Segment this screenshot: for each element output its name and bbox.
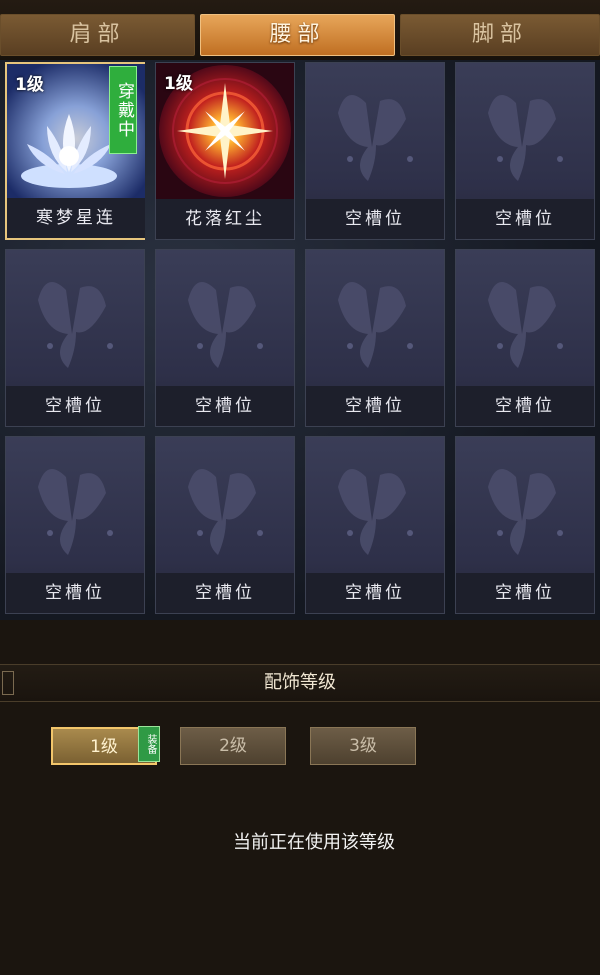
butterfly-icon [156, 437, 294, 573]
butterfly-icon [156, 250, 294, 386]
slot-label: 空槽位 [6, 573, 144, 613]
butterfly-icon [456, 437, 594, 573]
equipped-badge: 装备 [138, 726, 160, 762]
part-tabs: 肩部 腰部 脚部 [0, 0, 600, 60]
slot-label: 空槽位 [306, 573, 444, 613]
slot-2[interactable]: 1级 花落红尘 [155, 62, 295, 240]
butterfly-icon [456, 63, 594, 199]
butterfly-icon [6, 437, 144, 573]
slot-label: 空槽位 [306, 199, 444, 239]
slot-label: 花落红尘 [156, 199, 294, 239]
tab-shoulder[interactable]: 肩部 [0, 14, 195, 56]
section-title: 配饰等级 [264, 672, 336, 693]
slot-level: 1级 [164, 74, 193, 94]
empty-slot[interactable]: 空槽位 [155, 436, 295, 614]
slot-label: 空槽位 [456, 386, 594, 426]
empty-slot[interactable]: 空槽位 [305, 62, 445, 240]
butterfly-icon [456, 250, 594, 386]
empty-slot[interactable]: 空槽位 [305, 249, 445, 427]
butterfly-icon [306, 63, 444, 199]
empty-slot[interactable]: 空槽位 [305, 436, 445, 614]
tab-waist[interactable]: 腰部 [200, 14, 395, 56]
butterfly-icon [306, 437, 444, 573]
empty-slot[interactable]: 空槽位 [5, 436, 145, 614]
empty-slot[interactable]: 空槽位 [455, 436, 595, 614]
accessory-grid: 1级 穿戴中 寒梦星连 1级 花落红尘 空槽位 空槽位 空槽位 空槽位 空槽位 … [0, 60, 600, 620]
slot-level: 1级 [15, 75, 44, 95]
slot-label: 空槽位 [456, 573, 594, 613]
empty-slot[interactable]: 空槽位 [5, 249, 145, 427]
butterfly-icon [306, 250, 444, 386]
level-status-text: 当前正在使用该等级 [233, 832, 395, 853]
tab-foot[interactable]: 脚部 [400, 14, 600, 56]
slot-label: 空槽位 [306, 386, 444, 426]
slot-label: 空槽位 [6, 386, 144, 426]
slot-1[interactable]: 1级 穿戴中 寒梦星连 [5, 62, 145, 240]
level-2-button[interactable]: 2级 [180, 727, 286, 765]
slot-label: 寒梦星连 [7, 198, 145, 238]
empty-slot[interactable]: 空槽位 [455, 249, 595, 427]
butterfly-icon [6, 250, 144, 386]
slot-label: 空槽位 [456, 199, 594, 239]
slot-label: 空槽位 [156, 386, 294, 426]
level-3-button[interactable]: 3级 [310, 727, 416, 765]
wearing-badge: 穿戴中 [109, 66, 137, 154]
empty-slot[interactable]: 空槽位 [155, 249, 295, 427]
level-section-header: 配饰等级 [0, 664, 600, 702]
empty-slot[interactable]: 空槽位 [455, 62, 595, 240]
slot-label: 空槽位 [156, 573, 294, 613]
